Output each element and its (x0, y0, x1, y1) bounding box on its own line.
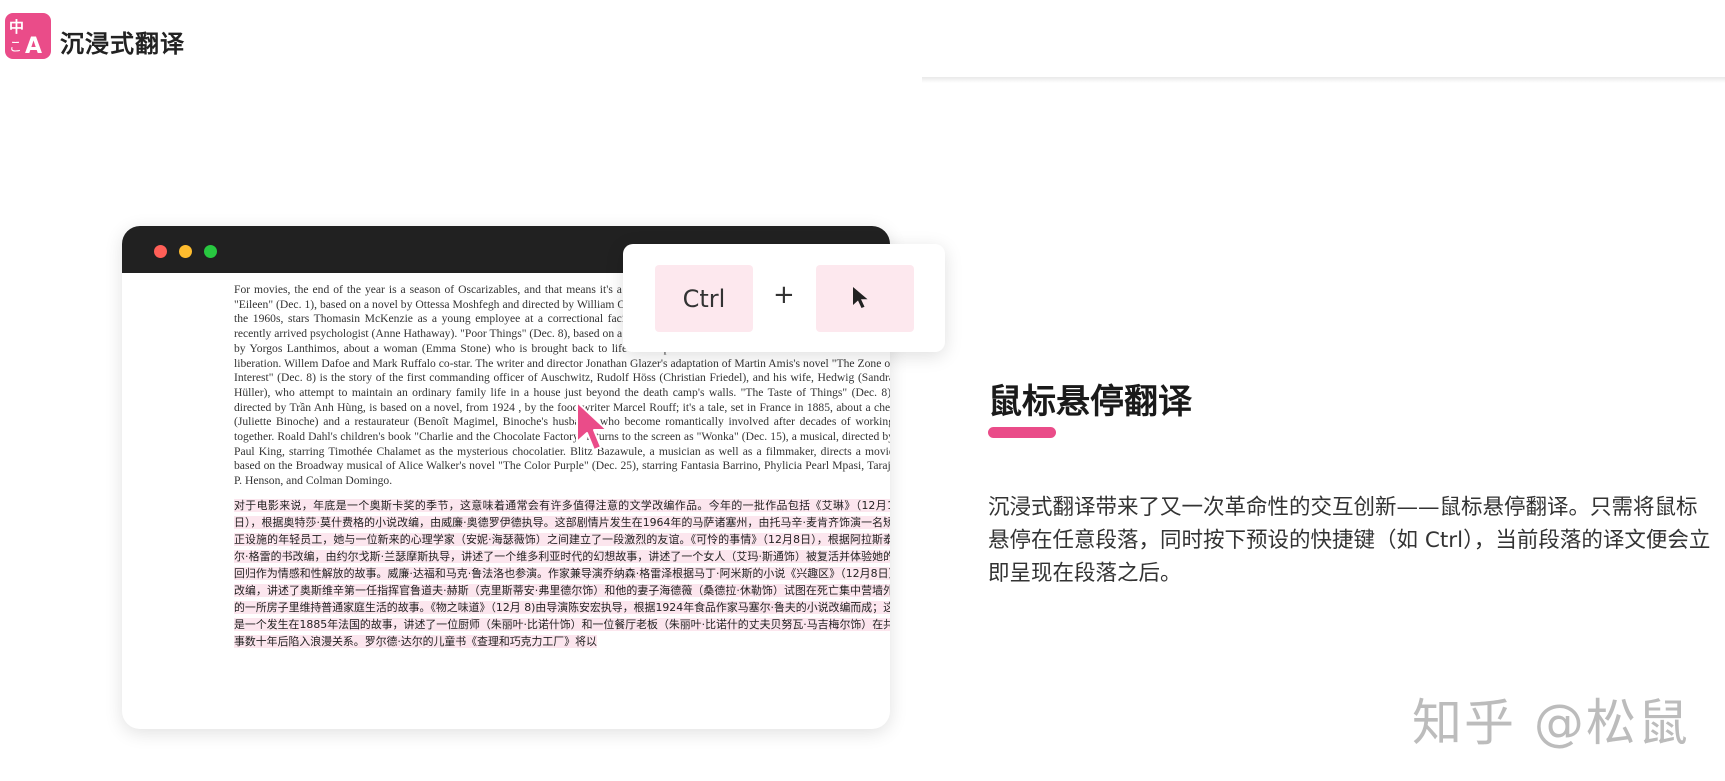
title-underline (988, 427, 1056, 438)
top-header: 中 こ A 沉浸式翻译 (0, 0, 1725, 82)
translation-highlight: 对于电影来说，年底是一个奥斯卡奖的季节，这意味着通常会有许多值得注意的文学改编作… (234, 498, 890, 648)
plus-sign: + (773, 280, 795, 310)
header-divider (922, 77, 1725, 83)
shortcut-card: Ctrl + (623, 244, 945, 352)
window-minimize-dot (179, 245, 192, 258)
mouse-click-key (816, 265, 914, 332)
ctrl-key-label: Ctrl (682, 285, 726, 313)
zhihu-watermark: 知乎 @松鼠 (1412, 694, 1690, 752)
app-name[interactable]: 沉浸式翻译 (60, 24, 185, 59)
window-close-dot (154, 245, 167, 258)
mouse-cursor-icon (576, 401, 608, 451)
ctrl-key: Ctrl (655, 265, 753, 332)
app-logo-icon[interactable]: 中 こ A (5, 13, 51, 59)
feature-description: 沉浸式翻译带来了又一次革命性的交互创新——鼠标悬停翻译。只需将鼠标悬停在任意段落… (988, 495, 1711, 586)
mouse-pointer-icon (853, 287, 868, 308)
window-maximize-dot (204, 245, 217, 258)
translated-paragraph: 对于电影来说，年底是一个奥斯卡奖的季节，这意味着通常会有许多值得注意的文学改编作… (234, 497, 890, 650)
feature-title: 鼠标悬停翻译 (988, 382, 1192, 422)
